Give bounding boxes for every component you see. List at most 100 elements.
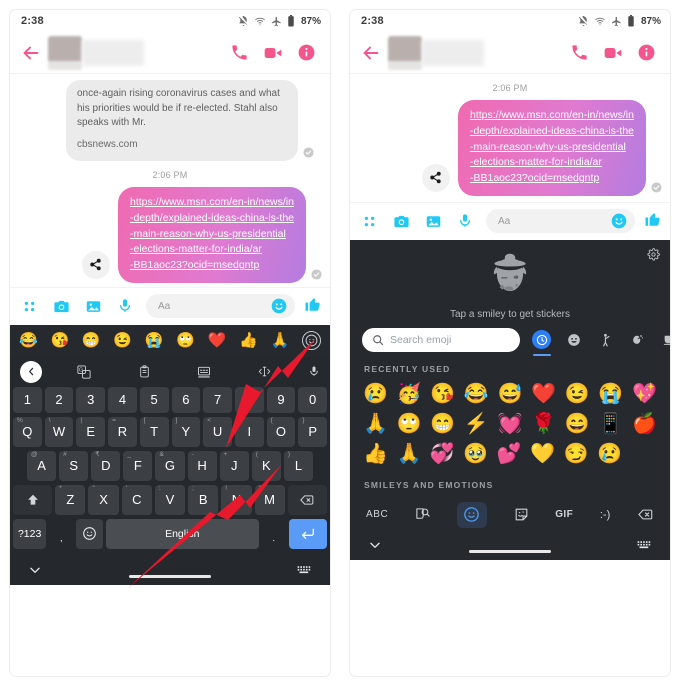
message-input[interactable]: Aa xyxy=(146,294,295,319)
key-w[interactable]: \ W xyxy=(44,416,74,447)
share-button[interactable] xyxy=(421,163,450,192)
symbols-key[interactable]: ?123 xyxy=(12,518,47,549)
key-s[interactable]: # S xyxy=(59,450,89,481)
emoji-cell[interactable]: 😁 xyxy=(430,411,455,438)
apps-grid-button[interactable] xyxy=(358,214,380,229)
sticker-tab-button[interactable] xyxy=(514,507,529,522)
avatar[interactable] xyxy=(388,35,422,70)
key-o[interactable]: {O xyxy=(266,416,296,447)
key-u[interactable]: < U xyxy=(203,416,232,447)
outgoing-url-line[interactable]: -main-reason-why-us-presidential xyxy=(130,227,294,243)
call-icon[interactable] xyxy=(230,43,249,62)
outgoing-url-line[interactable]: -elections-matter-for-india/ar xyxy=(130,242,294,258)
key-q[interactable]: % Q xyxy=(12,416,42,447)
back-arrow-icon[interactable] xyxy=(20,42,42,64)
key-d[interactable]: ₹ D xyxy=(91,450,121,481)
key-1[interactable]: 1 xyxy=(12,386,42,413)
share-button[interactable] xyxy=(81,250,110,279)
backspace-key[interactable] xyxy=(637,507,654,522)
key-g[interactable]: & G xyxy=(155,450,185,481)
emoji-cell[interactable]: 💞 xyxy=(430,441,455,468)
microphone-button[interactable] xyxy=(114,298,136,314)
clipboard-button[interactable] xyxy=(114,365,174,378)
emoji-cell[interactable]: ⚡ xyxy=(464,411,489,438)
emoji-search-input[interactable]: Search emoji xyxy=(362,327,520,352)
enter-key[interactable] xyxy=(288,518,328,549)
translate-button[interactable]: G xyxy=(54,365,114,379)
key-5[interactable]: 5 xyxy=(139,386,169,413)
shift-key[interactable] xyxy=(13,484,53,515)
outgoing-url-line[interactable]: -depth/explained-ideas-china-is-the xyxy=(470,124,634,140)
outgoing-url-line[interactable]: https://www.msn.com/en-in/news/in xyxy=(470,108,634,124)
outgoing-url-line[interactable]: https://www.msn.com/en-in/news/in xyxy=(130,195,294,211)
apps-grid-button[interactable] xyxy=(18,299,40,314)
sticker-search-button[interactable] xyxy=(415,507,430,522)
emoji-cell[interactable]: 😘 xyxy=(430,381,455,408)
emoji-cell[interactable]: 🙄 xyxy=(397,411,422,438)
outgoing-url-line[interactable]: -BB1aoc23?ocid=msedgntp xyxy=(130,258,294,274)
outgoing-url-line[interactable]: -BB1aoc23?ocid=msedgntp xyxy=(470,171,634,187)
quick-emoji[interactable]: 😘 xyxy=(50,333,69,348)
emoji-cell[interactable]: 😢 xyxy=(597,441,622,468)
key-n[interactable]: ! N xyxy=(221,484,252,515)
emoji-cell[interactable]: 💛 xyxy=(530,441,555,468)
emoji-tab-button[interactable] xyxy=(456,501,487,528)
sticker-keyboard-button[interactable] xyxy=(174,365,234,379)
tray-settings-button[interactable] xyxy=(647,247,660,266)
key-3[interactable]: 3 xyxy=(76,386,106,413)
quick-emoji[interactable]: 😉 xyxy=(113,333,132,348)
key-l[interactable]: ) L xyxy=(283,450,313,481)
text-edit-button[interactable] xyxy=(234,365,294,378)
emoji-cell[interactable]: 🍎 xyxy=(632,411,657,438)
outgoing-url-line[interactable]: -elections-matter-for-india/ar xyxy=(470,155,634,171)
quick-emoji[interactable]: 🙏 xyxy=(271,333,290,348)
gif-tab-button[interactable]: GIF xyxy=(555,509,573,520)
info-icon[interactable] xyxy=(637,43,656,62)
emoji-cell[interactable]: 🥳 xyxy=(397,381,422,408)
voice-input-button[interactable] xyxy=(294,365,320,378)
key-m[interactable]: ? M xyxy=(254,484,285,515)
quick-emoji[interactable]: 🙄 xyxy=(176,333,195,348)
key-p[interactable]: } P xyxy=(298,416,328,447)
microphone-button[interactable] xyxy=(454,213,476,229)
info-icon[interactable] xyxy=(297,43,316,62)
key-t[interactable]: [T xyxy=(139,416,169,447)
key-8[interactable]: 8 xyxy=(234,386,264,413)
outgoing-link-bubble[interactable]: https://www.msn.com/en-in/news/in -depth… xyxy=(117,187,306,283)
emoji-cell[interactable]: 💖 xyxy=(632,381,657,408)
key-y[interactable]: ] Y xyxy=(171,416,201,447)
gallery-button[interactable] xyxy=(82,298,104,315)
quick-emoji[interactable]: 😁 xyxy=(82,333,101,348)
emoji-category-recent[interactable] xyxy=(532,330,551,357)
abc-key[interactable]: ABC xyxy=(366,509,388,520)
quick-emoji[interactable]: 👍 xyxy=(239,333,258,348)
quick-emoji[interactable]: ❤️ xyxy=(208,333,227,348)
video-call-icon[interactable] xyxy=(263,43,283,63)
chevron-down-icon[interactable] xyxy=(368,538,382,552)
keyboard-icon[interactable] xyxy=(297,564,312,576)
camera-button[interactable] xyxy=(50,298,72,315)
smiley-icon[interactable] xyxy=(611,213,627,229)
key-k[interactable]: (K xyxy=(251,450,281,481)
key-9[interactable]: 9 xyxy=(266,386,296,413)
key-f[interactable]: _ F xyxy=(123,450,153,481)
key-h[interactable]: -H xyxy=(187,450,217,481)
like-button[interactable] xyxy=(644,210,662,233)
emoji-cell[interactable]: 😭 xyxy=(598,381,623,408)
key-r[interactable]: = R xyxy=(108,416,137,447)
key-b[interactable]: ; B xyxy=(188,484,219,515)
key-c[interactable]: ' C xyxy=(121,484,152,515)
key-e[interactable]: | E xyxy=(76,416,106,447)
key-0[interactable]: 0 xyxy=(298,386,328,413)
space-key[interactable]: English xyxy=(105,518,259,549)
key-6[interactable]: 6 xyxy=(171,386,201,413)
message-input[interactable]: Aa xyxy=(486,209,635,234)
emoji-cell[interactable]: 😏 xyxy=(564,441,589,468)
smiley-outline-icon[interactable] xyxy=(301,331,321,351)
emoji-key[interactable] xyxy=(76,518,103,549)
emoji-cell[interactable]: 👍 xyxy=(363,441,388,468)
outgoing-url-line[interactable]: -depth/explained-ideas-china-is-the xyxy=(130,211,294,227)
chevron-down-icon[interactable] xyxy=(28,563,42,577)
emoji-cell[interactable]: 😂 xyxy=(464,381,489,408)
back-arrow-icon[interactable] xyxy=(360,42,382,64)
